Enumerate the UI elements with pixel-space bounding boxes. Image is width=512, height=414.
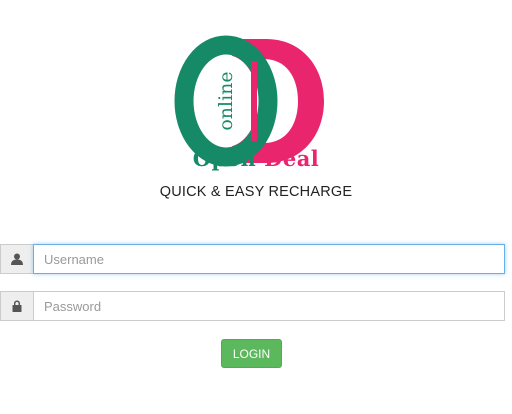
brand-name: Open Deal [0, 146, 512, 171]
lock-icon [0, 291, 33, 321]
emblem-text: online [215, 71, 237, 130]
brand-word-open: Open [192, 146, 257, 171]
password-field-group [0, 291, 505, 321]
username-input[interactable] [33, 244, 505, 274]
username-field-group [0, 244, 505, 274]
login-button[interactable]: LOGIN [221, 339, 282, 368]
user-icon [0, 244, 33, 274]
tagline: QUICK & EASY RECHARGE [159, 184, 353, 200]
brand-word-deal: Deal [264, 146, 320, 171]
password-input[interactable] [33, 291, 505, 321]
